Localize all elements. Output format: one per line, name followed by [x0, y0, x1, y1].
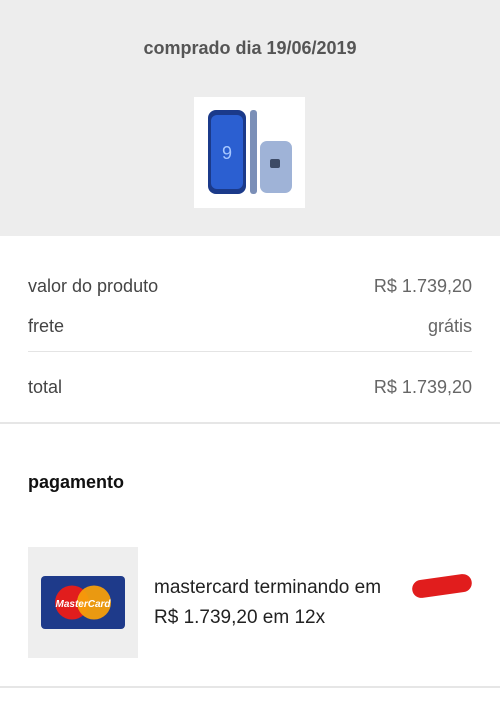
payment-details: mastercard terminando em R$ 1.739,20 em … — [154, 573, 381, 633]
product-value-label: valor do produto — [28, 275, 159, 296]
card-ending-text: mastercard terminando em — [154, 577, 382, 598]
payment-method-card[interactable]: MasterCard — [28, 547, 138, 658]
bottom-divider — [0, 686, 500, 688]
svg-text:9: 9 — [222, 143, 232, 163]
purchase-header: comprado dia 19/06/2019 9 — [0, 0, 500, 236]
total-amount: R$ 1.739,20 — [373, 376, 472, 397]
product-image[interactable]: 9 — [194, 97, 305, 208]
purchase-date: comprado dia 19/06/2019 — [143, 38, 357, 58]
mastercard-logo-icon: MasterCard — [41, 576, 125, 629]
redaction-mark — [411, 572, 473, 600]
shipping-value: grátis — [427, 315, 472, 336]
shipping-label: frete — [28, 315, 65, 336]
product-value-row: valor do produto R$ 1.739,20 — [28, 236, 472, 311]
total-label: total — [28, 376, 63, 397]
order-summary: valor do produto R$ 1.739,20 frete gráti… — [0, 236, 500, 422]
payment-title: pagamento — [28, 472, 125, 492]
total-row: total R$ 1.739,20 — [28, 352, 472, 422]
product-value-amount: R$ 1.739,20 — [373, 275, 472, 296]
svg-text:MasterCard: MasterCard — [55, 599, 111, 610]
installments-text: R$ 1.739,20 em 12x — [154, 607, 326, 628]
shipping-row: frete grátis — [28, 311, 472, 341]
